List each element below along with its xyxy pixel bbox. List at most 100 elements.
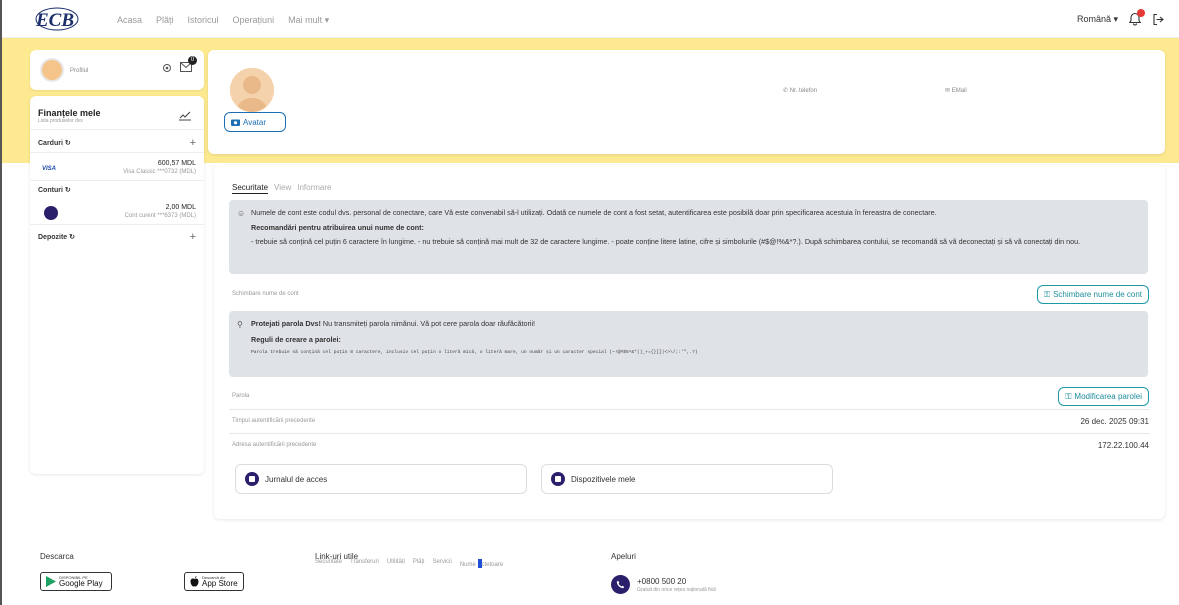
divider [229,433,1150,434]
footer-link-payments[interactable]: Plăți [413,559,425,568]
top-navigation: ECB Acasa Plăți Istoricul Operațiuni Mai… [2,0,1179,38]
calls-title: Apeluri [611,552,636,561]
divider [229,409,1150,410]
profile-header-card: Avatar ✆ Nr. telefon ✉ EMail [208,50,1165,154]
nav-home[interactable]: Acasa [117,15,142,26]
avatar-button-label: Avatar [243,117,266,127]
footer-link-utilities[interactable]: Utilități [387,559,405,568]
app-store-big: App Store [202,578,238,588]
last-auth-ip-label: Adresa autentificării precedente [232,442,317,448]
nav-operations[interactable]: Operațiuni [233,15,275,26]
profile-label: Profilul [70,68,89,74]
security-panel: Securitate View Informare ☺ Numele de co… [214,165,1165,519]
email-field[interactable]: ✉ EMail [945,87,967,94]
tab-information[interactable]: Informare [297,183,331,194]
divider [30,152,204,153]
chart-edit-icon[interactable] [178,108,192,122]
last-auth-time-value: 26 dec. 2025 09:31 [1080,417,1149,426]
download-title: Descarca [40,552,74,561]
phone-label: Nr. telefon [789,88,818,94]
footer-link-name-part2: ctetoare [481,562,504,568]
tab-view[interactable]: View [274,183,291,194]
change-username-button[interactable]: ⚿ Schimbare nume de cont [1036,285,1149,304]
profile-card[interactable]: Profilul 0 [30,50,204,90]
password-warning-text: Nu transmiteți parola nimănui. Vă pot ce… [320,319,536,328]
password-warning-bold: Protejati parola Dvs! [251,319,321,328]
username-reco-title: Recomandări pentru atribuirea unui nume … [251,222,424,232]
my-devices-label: Dispozitivele mele [571,474,636,484]
key-icon: ⚿ [1043,289,1051,299]
bell-icon[interactable] [1128,9,1145,26]
google-play-button[interactable]: DISPONIBIL PE Google Play [40,572,112,591]
visa-logo: VISA [42,166,57,172]
app-store-button[interactable]: Descarcă din App Store [184,572,244,591]
footer-link-name-part1: Nume [459,562,478,568]
messages-icon[interactable]: 0 [180,56,197,74]
key-icon: ⚿ [1065,391,1072,401]
nav-more[interactable]: Mai mult ▾ [288,15,329,26]
google-play-icon [46,576,56,587]
divider [30,129,204,130]
my-finances-panel: Finanțele mele Lista produselor dvs Card… [30,96,204,474]
logout-icon[interactable] [1152,13,1165,26]
footer-link-name[interactable]: Nume ctetoare [460,559,503,568]
last-auth-time-label: Timpul autentificării precedente [232,418,316,424]
account-balance[interactable]: 2,00 MDL [166,204,196,211]
phone-icon [611,575,630,594]
card-description[interactable]: Visa Classic ***0732 (MDL) [123,169,196,175]
footer: Descarca DISPONIBIL PE Google Play Desca… [2,532,1179,605]
add-card-icon[interactable]: + [190,137,196,149]
account-description[interactable]: Cont curent ***6373 (MDL) [125,213,196,219]
avatar-button[interactable]: Avatar [224,112,286,132]
footer-link-transfers[interactable]: Transferuri [350,559,379,568]
account-icon [44,206,58,220]
cards-row[interactable]: Carduri ↻ + [38,137,196,149]
phone-field[interactable]: ✆ Nr. telefon [783,87,817,94]
accounts-label: Conturi ↻ [38,187,71,194]
username-info-box: ☺ Numele de cont este codul dvs. persona… [229,200,1148,274]
change-password-label: Modificarea parolei [1074,392,1142,401]
last-auth-ip-value: 172.22.100.44 [1097,441,1149,450]
ecb-logo[interactable]: ECB [35,7,79,31]
my-devices-button[interactable]: Dispozitivele mele [541,464,833,494]
card-balance[interactable]: 600,57 MDL [158,160,196,167]
username-reco-text: - trebuie să conțină cel puțin 6 caracte… [251,237,1081,247]
email-label: EMail [951,88,967,94]
access-log-label: Jurnalul de acces [265,474,328,484]
footer-link-security[interactable]: Securitate [315,559,342,568]
nav-history[interactable]: Istoricul [188,15,219,26]
change-password-button[interactable]: ⚿ Modificarea parolei [1058,387,1149,406]
finances-title: Finanțele mele [38,108,101,118]
language-select[interactable]: Română ▾ [1077,14,1118,25]
cards-label: Carduri ↻ [38,140,71,147]
camera-icon [231,119,240,126]
divider [30,180,204,181]
tab-security[interactable]: Securitate [232,183,269,194]
username-row-label: Schimbare nume de cont [232,291,299,297]
footer-link-services[interactable]: Servicii [433,559,452,568]
finances-subtitle: Lista produselor dvs [38,118,83,124]
password-info-box: ⚲ Protejati parola Dvs! Nu transmiteți p… [229,311,1148,377]
deposits-label: Depozite ↻ [38,234,75,241]
divider [30,224,204,225]
access-log-button[interactable]: Jurnalul de acces [235,464,527,494]
add-deposit-icon[interactable]: + [190,231,196,243]
support-phone-note: Gratuit din orice rețea națională fixă [637,587,716,593]
notification-dot [1137,9,1145,17]
avatar [40,58,64,82]
profile-picture [230,68,274,112]
deposits-row[interactable]: Depozite ↻ + [38,231,196,243]
support-phone[interactable]: +0800 500 20 [637,577,686,586]
change-username-label: Schimbare nume de cont [1053,290,1142,299]
accounts-row[interactable]: Conturi ↻ [38,186,196,194]
password-row-label: Parola [232,393,250,399]
nav-payments[interactable]: Plăți [156,15,174,26]
password-rules-title: Reguli de creare a parolei: [251,334,341,344]
lock-icon: ⚲ [237,320,243,329]
username-info-text: Numele de cont este codul dvs. personal … [251,208,937,217]
apple-icon [190,576,199,587]
message-count-badge: 0 [188,56,197,65]
journal-icon [245,472,259,486]
user-icon: ☺ [237,209,246,218]
settings-icon[interactable] [162,63,172,73]
